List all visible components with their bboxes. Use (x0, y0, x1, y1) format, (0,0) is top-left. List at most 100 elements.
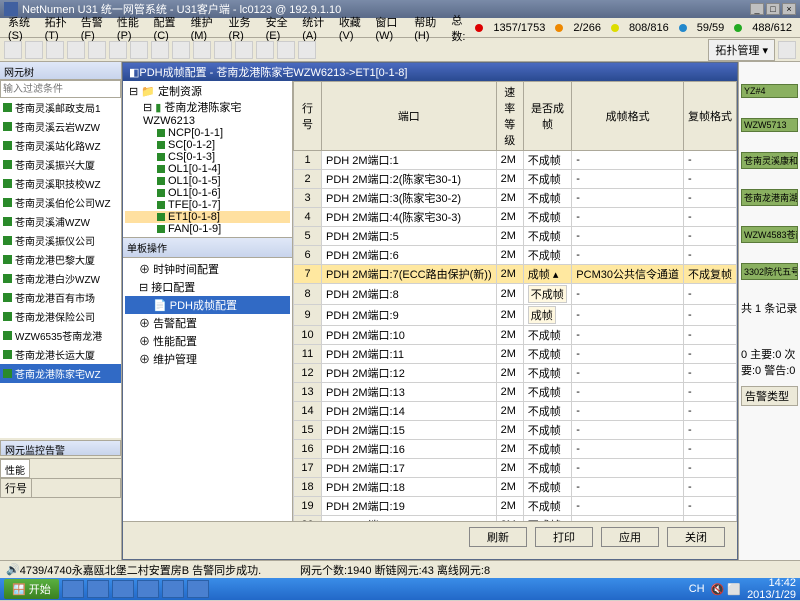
tb-btn-icon[interactable] (172, 41, 190, 59)
tb-save-icon[interactable] (88, 41, 106, 59)
col-header[interactable]: 速率等级 (496, 82, 523, 151)
close-button[interactable]: 关闭 (667, 527, 725, 547)
ne-item[interactable]: 苍南龙港陈家宅WZ (0, 364, 121, 383)
task-item[interactable] (187, 580, 209, 598)
ne-item[interactable]: 苍南灵溪浦WZW (0, 212, 121, 231)
table-row[interactable]: 16PDH 2M端口:162M不成帧-- (294, 440, 737, 459)
ne-item[interactable]: 苍南灵溪振兴大厦 (0, 155, 121, 174)
menu-stats[interactable]: 统计(A) (298, 12, 333, 44)
system-tray[interactable]: CH 🔇 ⬜ 14:422013/1/29 (689, 577, 796, 601)
task-item[interactable] (162, 580, 184, 598)
menu-config[interactable]: 配置(C) (150, 12, 185, 44)
menu-help[interactable]: 帮助(H) (410, 12, 445, 44)
apply-button[interactable]: 应用 (601, 527, 659, 547)
ne-item[interactable]: 苍南龙港巴黎大厦 (0, 250, 121, 269)
menu-system[interactable]: 系统(S) (4, 12, 39, 44)
table-row[interactable]: 7PDH 2M端口:7(ECC路由保护(新))2M成帧 ▴PCM30公共信令通道… (294, 265, 737, 284)
table-row[interactable]: 5PDH 2M端口:52M不成帧-- (294, 227, 737, 246)
col-header[interactable]: 复帧格式 (683, 82, 736, 151)
board-item[interactable]: SC[0-1-2] (125, 139, 290, 151)
board-item[interactable]: FAN[0-1-9] (125, 223, 290, 235)
ne-item[interactable]: WZW6535苍南龙港 (0, 326, 121, 345)
ne-item[interactable]: 苍南灵溪伯伦公司WZ (0, 193, 121, 212)
tb-btn-icon[interactable] (151, 41, 169, 59)
board-item[interactable]: ET1[0-1-8] (125, 211, 290, 223)
board-item[interactable]: TFE[0-1-7] (125, 199, 290, 211)
ne-item[interactable]: 苍南龙港白沙WZW (0, 269, 121, 288)
table-row[interactable]: 20PDH 2M端口:202M不成帧-- (294, 516, 737, 522)
table-row[interactable]: 2PDH 2M端口:2(陈家宅30-1)2M不成帧-- (294, 170, 737, 189)
port-table[interactable]: 行号端口速率等级是否成帧成帧格式复帧格式 1PDH 2M端口:12M不成帧--2… (293, 81, 737, 521)
tb-btn-icon[interactable] (235, 41, 253, 59)
table-row[interactable]: 3PDH 2M端口:3(陈家宅30-2)2M不成帧-- (294, 189, 737, 208)
board-item[interactable]: OL1[0-1-4] (125, 163, 290, 175)
tb-btn-icon[interactable] (193, 41, 211, 59)
topo-node[interactable]: 苍南龙港南湖村 (741, 189, 798, 206)
table-row[interactable]: 6PDH 2M端口:62M不成帧-- (294, 246, 737, 265)
tb-btn-icon[interactable] (256, 41, 274, 59)
task-item[interactable] (137, 580, 159, 598)
ne-item[interactable]: 苍南灵溪振仪公司 (0, 231, 121, 250)
topo-node[interactable]: 苍南灵溪康和京国 (741, 152, 798, 169)
tb-btn-icon[interactable] (298, 41, 316, 59)
print-button[interactable]: 打印 (535, 527, 593, 547)
tb-btn-icon[interactable] (277, 41, 295, 59)
topo-node[interactable]: WZW5713 (741, 118, 798, 132)
board-item[interactable]: OL1[0-1-6] (125, 187, 290, 199)
start-button[interactable]: 🪟 开始 (4, 579, 59, 599)
topo-node[interactable]: WZW4583苍南灵溪 (741, 226, 798, 243)
ne-item[interactable]: 苍南灵溪站化路WZ (0, 136, 121, 155)
tb-up-icon[interactable] (46, 41, 64, 59)
menu-window[interactable]: 窗口(W) (371, 12, 408, 44)
board-item[interactable]: OL1[0-1-5] (125, 175, 290, 187)
table-row[interactable]: 4PDH 2M端口:4(陈家宅30-3)2M不成帧-- (294, 208, 737, 227)
tb-close-icon[interactable] (778, 41, 796, 59)
board-item[interactable]: CS[0-1-3] (125, 151, 290, 163)
table-row[interactable]: 1PDH 2M端口:12M不成帧-- (294, 151, 737, 170)
table-row[interactable]: 15PDH 2M端口:152M不成帧-- (294, 421, 737, 440)
task-item[interactable] (62, 580, 84, 598)
ne-item[interactable]: 苍南龙港百有市场 (0, 288, 121, 307)
refresh-button[interactable]: 刷新 (469, 527, 527, 547)
task-item[interactable] (112, 580, 134, 598)
menu-favorites[interactable]: 收藏(V) (335, 12, 370, 44)
ne-item[interactable]: 苍南龙港保险公司 (0, 307, 121, 326)
tb-refresh-icon[interactable] (67, 41, 85, 59)
ne-item[interactable]: 苍南灵溪职技校WZ (0, 174, 121, 193)
col-header[interactable]: 成帧格式 (572, 82, 684, 151)
ne-item[interactable]: 苍南灵溪邮政支局1 (0, 98, 121, 117)
menu-performance[interactable]: 性能(P) (113, 12, 148, 44)
task-item[interactable] (87, 580, 109, 598)
tb-btn-icon[interactable] (214, 41, 232, 59)
topo-node[interactable]: YZ#4 (741, 84, 798, 98)
menu-security[interactable]: 安全(E) (262, 12, 297, 44)
alarm-monitor-header[interactable]: 网元监控告警 (0, 440, 121, 456)
board-item[interactable]: NCP[0-1-1] (125, 127, 290, 139)
ne-item[interactable]: 苍南灵溪云岩WZW (0, 117, 121, 136)
tb-back-icon[interactable] (4, 41, 22, 59)
ne-item[interactable]: 苍南龙港长运大厦 (0, 345, 121, 364)
col-header[interactable]: 行号 (294, 82, 322, 151)
tb-forward-icon[interactable] (25, 41, 43, 59)
menu-service[interactable]: 业务(R) (225, 12, 260, 44)
table-row[interactable]: 19PDH 2M端口:192M不成帧-- (294, 497, 737, 516)
resource-tree[interactable]: ⊟ 📁 定制资源 ⊟ ▮ 苍南龙港陈家宅WZW6213 NCP[0-1-1]SC… (123, 81, 292, 237)
table-row[interactable]: 18PDH 2M端口:182M不成帧-- (294, 478, 737, 497)
menu-alarm[interactable]: 告警(F) (77, 12, 111, 44)
table-row[interactable]: 13PDH 2M端口:132M不成帧-- (294, 383, 737, 402)
table-row[interactable]: 9PDH 2M端口:92M成帧-- (294, 305, 737, 326)
view-dropdown[interactable]: 拓扑管理 ▾ (708, 39, 775, 61)
menu-maintain[interactable]: 维护(M) (187, 12, 223, 44)
table-row[interactable]: 8PDH 2M端口:82M不成帧-- (294, 284, 737, 305)
ime-indicator[interactable]: CH (689, 583, 705, 595)
table-row[interactable]: 12PDH 2M端口:122M不成帧-- (294, 364, 737, 383)
table-row[interactable]: 17PDH 2M端口:172M不成帧-- (294, 459, 737, 478)
tb-search-icon[interactable] (130, 41, 148, 59)
table-row[interactable]: 11PDH 2M端口:112M不成帧-- (294, 345, 737, 364)
table-row[interactable]: 10PDH 2M端口:102M不成帧-- (294, 326, 737, 345)
col-header[interactable]: 是否成帧 (523, 82, 572, 151)
ne-list[interactable]: 苍南灵溪邮政支局1苍南灵溪云岩WZW苍南灵溪站化路WZ苍南灵溪振兴大厦苍南灵溪职… (0, 98, 121, 438)
tb-print-icon[interactable] (109, 41, 127, 59)
ops-tree[interactable]: ⊕ 时钟时间配置 ⊟ 接口配置 📄 PDH成帧配置 ⊕ 告警配置 ⊕ 性能配置 … (123, 258, 292, 370)
menu-topology[interactable]: 拓扑(T) (41, 12, 75, 44)
